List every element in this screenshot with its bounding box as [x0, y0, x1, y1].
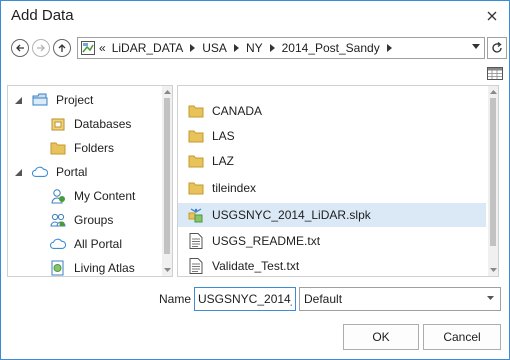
tree-collapse-toggle[interactable]	[13, 167, 23, 177]
folder-icon	[188, 103, 204, 119]
tree-item-label: Folders	[74, 141, 115, 155]
tree-item-label: Portal	[56, 165, 88, 179]
back-button[interactable]	[11, 39, 29, 57]
scroll-down-icon	[163, 268, 171, 272]
close-button[interactable]	[481, 5, 503, 27]
file-item-readme[interactable]: USGS_README.txt	[178, 229, 486, 253]
file-item-label: LAZ	[212, 154, 235, 168]
title-bar: Add Data	[1, 1, 509, 31]
breadcrumb-overflow[interactable]: «	[99, 41, 106, 55]
tree-item-folders[interactable]: Folders	[8, 137, 160, 159]
file-item-canada[interactable]: CANADA	[178, 99, 486, 123]
filter-dropdown[interactable]: Default	[299, 287, 501, 311]
file-list-pane: CANADA LAS LAZ tileindex USGSNYC_2014_Li…	[177, 85, 499, 277]
arrow-left-icon	[16, 44, 24, 52]
tree-item-databases[interactable]: Databases	[8, 113, 160, 135]
map-icon	[81, 41, 95, 55]
up-button[interactable]	[53, 39, 71, 57]
tree-item-label: Living Atlas	[74, 261, 135, 275]
chevron-right-icon[interactable]	[190, 44, 196, 52]
chevron-right-icon[interactable]	[386, 44, 392, 52]
ok-button[interactable]: OK	[343, 324, 419, 350]
file-list-scrollbar[interactable]	[488, 86, 498, 276]
scroll-down-icon	[489, 268, 497, 272]
view-toggle-button[interactable]	[485, 64, 505, 82]
navigation-bar: « LiDAR_DATA USA NY 2014_Post_Sandy	[1, 35, 509, 61]
scroll-down-arrow[interactable]	[488, 264, 498, 276]
breadcrumb-item[interactable]: LiDAR_DATA	[112, 41, 184, 55]
chevron-down-icon	[487, 296, 494, 300]
tree-item-label: My Content	[74, 189, 136, 203]
scroll-thumb[interactable]	[490, 98, 496, 246]
tree-item-project[interactable]: Project	[8, 89, 160, 111]
scroll-up-arrow[interactable]	[162, 86, 172, 98]
group-icon	[50, 212, 66, 228]
file-item-label: LAS	[212, 129, 235, 143]
database-icon	[50, 116, 66, 132]
details-view-icon	[487, 66, 503, 80]
atlas-icon	[50, 260, 66, 276]
tree-item-living-atlas[interactable]: Living Atlas	[8, 257, 160, 276]
arrow-right-icon	[37, 44, 45, 52]
scene-package-icon	[188, 207, 204, 223]
file-item-las[interactable]: LAS	[178, 124, 486, 148]
forward-button[interactable]	[32, 39, 50, 57]
file-item-label: USGS_README.txt	[212, 234, 321, 248]
file-item-slpk[interactable]: USGSNYC_2014_LiDAR.slpk	[178, 203, 486, 227]
file-item-laz[interactable]: LAZ	[178, 149, 486, 173]
address-bar[interactable]: « LiDAR_DATA USA NY 2014_Post_Sandy	[77, 37, 485, 59]
navigation-pane-scrollbar[interactable]	[162, 86, 172, 276]
scroll-up-icon	[163, 90, 171, 94]
folder-icon	[188, 180, 204, 196]
folder-icon	[50, 140, 66, 156]
tree-item-portal[interactable]: Portal	[8, 161, 160, 183]
file-item-label: Validate_Test.txt	[212, 259, 300, 273]
collapse-arrow-icon	[14, 168, 22, 176]
file-item-label: USGSNYC_2014_LiDAR.slpk	[212, 208, 371, 222]
tree-item-label: Groups	[74, 213, 114, 227]
breadcrumb: « LiDAR_DATA USA NY 2014_Post_Sandy	[99, 41, 399, 55]
breadcrumb-item[interactable]: NY	[246, 41, 263, 55]
collapse-arrow-icon	[14, 96, 22, 104]
cancel-button[interactable]: Cancel	[423, 324, 501, 350]
text-file-icon	[188, 233, 204, 249]
tree-item-label: All Portal	[74, 237, 123, 251]
scroll-down-arrow[interactable]	[162, 264, 172, 276]
name-label: Name	[159, 292, 192, 306]
refresh-button[interactable]	[487, 37, 507, 59]
chevron-right-icon[interactable]	[269, 44, 275, 52]
navigation-pane: Project Databases Folders Portal My Cont…	[7, 85, 173, 277]
folder-icon	[188, 128, 204, 144]
cloud-icon	[32, 164, 48, 180]
close-icon	[487, 11, 497, 21]
arrow-up-icon	[58, 44, 66, 52]
file-item-label: CANADA	[212, 104, 263, 118]
tree-collapse-toggle[interactable]	[13, 95, 23, 105]
file-item-tileindex[interactable]: tileindex	[178, 176, 486, 200]
scroll-thumb[interactable]	[164, 98, 170, 254]
chevron-down-icon[interactable]	[472, 44, 480, 49]
scroll-up-arrow[interactable]	[488, 86, 498, 98]
tree-item-groups[interactable]: Groups	[8, 209, 160, 231]
breadcrumb-item[interactable]: USA	[202, 41, 227, 55]
tree-item-my-content[interactable]: My Content	[8, 185, 160, 207]
file-item-validate[interactable]: Validate_Test.txt	[178, 254, 486, 276]
file-item-label: tileindex	[212, 181, 257, 195]
breadcrumb-item[interactable]: 2014_Post_Sandy	[282, 41, 380, 55]
text-file-icon	[188, 258, 204, 274]
project-icon	[32, 92, 48, 108]
tree-item-label: Databases	[74, 117, 132, 131]
chevron-right-icon[interactable]	[233, 44, 239, 52]
tree-item-all-portal[interactable]: All Portal	[8, 233, 160, 255]
tree-item-label: Project	[56, 93, 94, 107]
scroll-up-icon	[489, 90, 497, 94]
cloud-icon	[50, 236, 66, 252]
add-data-dialog: Add Data « LiDAR_DATA USA NY 2014_Post_S…	[0, 0, 510, 360]
refresh-icon	[492, 42, 502, 53]
dialog-title: Add Data	[11, 7, 74, 24]
filter-selected-value: Default	[304, 292, 343, 306]
folder-icon	[188, 153, 204, 169]
user-icon	[50, 188, 66, 204]
name-input[interactable]	[194, 287, 296, 311]
